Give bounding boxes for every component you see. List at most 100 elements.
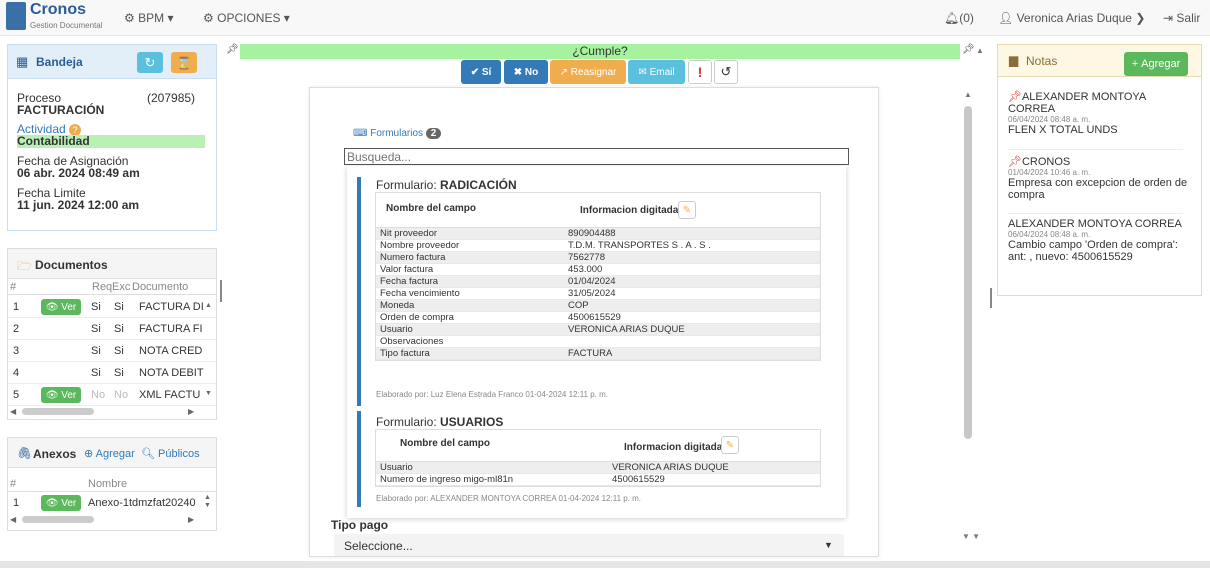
scroll-thumb[interactable] <box>22 516 94 523</box>
scroll-left-icon[interactable]: ◀ <box>10 407 16 416</box>
form1-edit-button[interactable]: ✎ <box>678 201 696 219</box>
row-exc: Si <box>114 301 124 313</box>
documentos-scrollbar[interactable]: ◀ ▶ <box>10 407 210 417</box>
field-name: Numero de ingreso migo-ml81n <box>376 473 608 486</box>
formularios-count-badge: 2 <box>425 128 442 139</box>
anexos-title: Anexos <box>33 447 77 461</box>
form1-table: Nombre del campo Informacion digitada ✎ … <box>375 192 821 361</box>
left-splitter-handle[interactable] <box>220 280 222 302</box>
undo-button[interactable]: ↺ <box>714 60 738 84</box>
field-name: Observaciones <box>376 335 564 348</box>
share-icon: ↗ <box>559 66 568 78</box>
sign-out-icon: ⇥ <box>1163 11 1174 25</box>
inner-scroll-thumb[interactable] <box>964 106 972 439</box>
scroll-down-icon[interactable]: ▼ <box>205 390 212 397</box>
view-button[interactable]: 👁︎ Ver <box>41 387 81 403</box>
anexos-add-link[interactable]: ⊕ Agregar <box>84 447 135 460</box>
row-req: No <box>91 389 106 401</box>
table-row: Nit proveedor 890904488 <box>376 228 820 240</box>
note-item: 📌︎CRONOS 01/04/2024 10:46 a. m. Empresa … <box>1008 155 1188 201</box>
table-row[interactable]: 4 Si Si NOTA DEBIT <box>8 362 216 384</box>
notifications-button[interactable]: 🔔︎(0) <box>944 11 974 25</box>
anexo-scroll-arrows[interactable]: ▲ ▼ <box>204 494 211 510</box>
form1-rows: Nit proveedor 890904488 Nombre proveedor T.… <box>376 228 820 360</box>
view-button[interactable]: 👁︎ Ver <box>41 299 81 315</box>
form2-edit-button[interactable]: ✎ <box>721 436 739 454</box>
row-documento: XML FACTU <box>139 389 201 401</box>
scroll-left-icon[interactable]: ◀ <box>10 515 16 524</box>
table-row[interactable]: 5 👁︎ Ver No No XML FACTU ▼ <box>8 384 216 406</box>
bpm-menu[interactable]: ⚙ BPM ▾ <box>124 11 173 25</box>
col-exc: Exc <box>112 281 131 293</box>
field-value: 31/05/2024 <box>564 287 820 300</box>
reasignar-button[interactable]: ↗ Reasignar <box>550 60 626 84</box>
right-splitter-handle[interactable] <box>990 288 992 308</box>
form1-table-header: Nombre del campo Informacion digitada ✎ <box>376 193 820 228</box>
col-nombre: Nombre <box>88 478 128 490</box>
proceso-id: (207985) <box>147 91 196 105</box>
field-name: Tipo factura <box>376 347 564 360</box>
cronos-logo-icon <box>6 2 26 30</box>
row-req: Si <box>91 345 101 357</box>
scroll-up-icon[interactable]: ▲ <box>976 46 984 55</box>
table-row[interactable]: 2 Si Si FACTURA FI <box>8 318 216 340</box>
field-name: Usuario <box>376 323 564 336</box>
field-value: 4500615529 <box>608 473 820 486</box>
sticky-note-icon: ▆ <box>1009 53 1019 67</box>
logout-link[interactable]: ⇥ Salir <box>1163 11 1200 25</box>
tipo-pago-select[interactable]: Seleccione... ▼ <box>334 534 844 556</box>
note-author: CRONOS <box>1021 156 1071 168</box>
eye-icon: 👁︎ <box>45 497 59 509</box>
si-button[interactable]: ✔ Sí <box>461 60 501 84</box>
field-value: 7562778 <box>564 251 820 264</box>
notas-add-button[interactable]: + Agregar <box>1124 52 1188 76</box>
opciones-menu[interactable]: ⚙ OPCIONES ▾ <box>203 11 290 25</box>
search-input[interactable] <box>344 148 849 165</box>
form1-col1: Nombre del campo <box>386 203 477 214</box>
table-row: Orden de compra 4500615529 <box>376 311 820 324</box>
bandeja-body: Proceso (207985) FACTURACIÓN Actividad ?… <box>8 79 216 230</box>
tipo-pago-label: Tipo pago <box>331 518 389 532</box>
app-name: Cronos <box>30 1 86 18</box>
row-exc: No <box>114 389 129 401</box>
limite-value: 11 jun. 2024 12:00 am <box>17 198 140 212</box>
table-row[interactable]: 3 Si Si NOTA CRED <box>8 340 216 362</box>
documentos-header: 🗁 Documentos <box>8 249 216 279</box>
field-value: 01/04/2024 <box>564 275 820 288</box>
folder-open-icon: 🗁 <box>17 259 32 273</box>
refresh-button[interactable]: ↻ <box>137 52 163 73</box>
actividad-value: Contabilidad <box>17 135 205 148</box>
hourglass-button[interactable]: ⌛ <box>171 52 197 73</box>
table-row: Fecha factura 01/04/2024 <box>376 275 820 288</box>
scroll-right-icon[interactable]: ▶ <box>188 407 194 416</box>
user-menu[interactable]: 👤︎ Veronica Arias Duque ❯ <box>998 11 1145 25</box>
note-date: 06/04/2024 08:48 a. m. <box>1008 230 1091 239</box>
scroll-up-icon[interactable]: ▲ <box>205 302 212 309</box>
email-button[interactable]: ✉ Email <box>628 60 685 84</box>
paperclip-icon: 🖇︎ <box>17 446 33 460</box>
forms-dropdown: Formulario: RADICACIÓN Nombre del campo … <box>347 166 846 518</box>
page-horizontal-scrollbar[interactable] <box>0 561 1210 568</box>
field-name: Orden de compra <box>376 311 564 324</box>
envelope-icon: ✉ <box>638 66 647 78</box>
scroll-right-icon[interactable]: ▶ <box>188 515 194 524</box>
anexos-public-link[interactable]: 🔍︎ Públicos <box>141 447 200 460</box>
row-exc: Si <box>114 345 124 357</box>
scroll-thumb[interactable] <box>22 408 94 415</box>
anexo-name[interactable]: Anexo-1tdmzfat20240 <box>88 497 198 509</box>
pin-right-icon[interactable]: 📌︎ <box>962 44 975 55</box>
form-card: ⌨ Formularios 2 Formulario: RADICACIÓN N… <box>309 87 879 557</box>
table-row: Numero de ingreso migo-ml81n 4500615529 <box>376 473 820 486</box>
no-button[interactable]: ✖ No <box>504 60 548 84</box>
alert-button[interactable]: ! <box>688 60 712 84</box>
inner-scroll-up-icon[interactable]: ▲ <box>964 90 972 99</box>
anexos-scrollbar[interactable]: ◀ ▶ <box>10 515 210 525</box>
scroll-down-icon[interactable]: ▼ ▼ <box>962 532 980 541</box>
anexo-view-button[interactable]: 👁︎ Ver <box>41 495 81 511</box>
formularios-link[interactable]: ⌨ Formularios 2 <box>353 128 442 139</box>
form2-table: Nombre del campo Informacion digitada ✎ … <box>375 429 821 487</box>
pin-left-icon[interactable]: 📌︎ <box>226 44 239 58</box>
note-text: Empresa con excepcion de orden de compra <box>1008 177 1188 201</box>
check-circle-icon: ✔ <box>470 66 480 78</box>
table-row[interactable]: 1 👁︎ Ver Si Si FACTURA DI ▲ <box>8 296 216 318</box>
